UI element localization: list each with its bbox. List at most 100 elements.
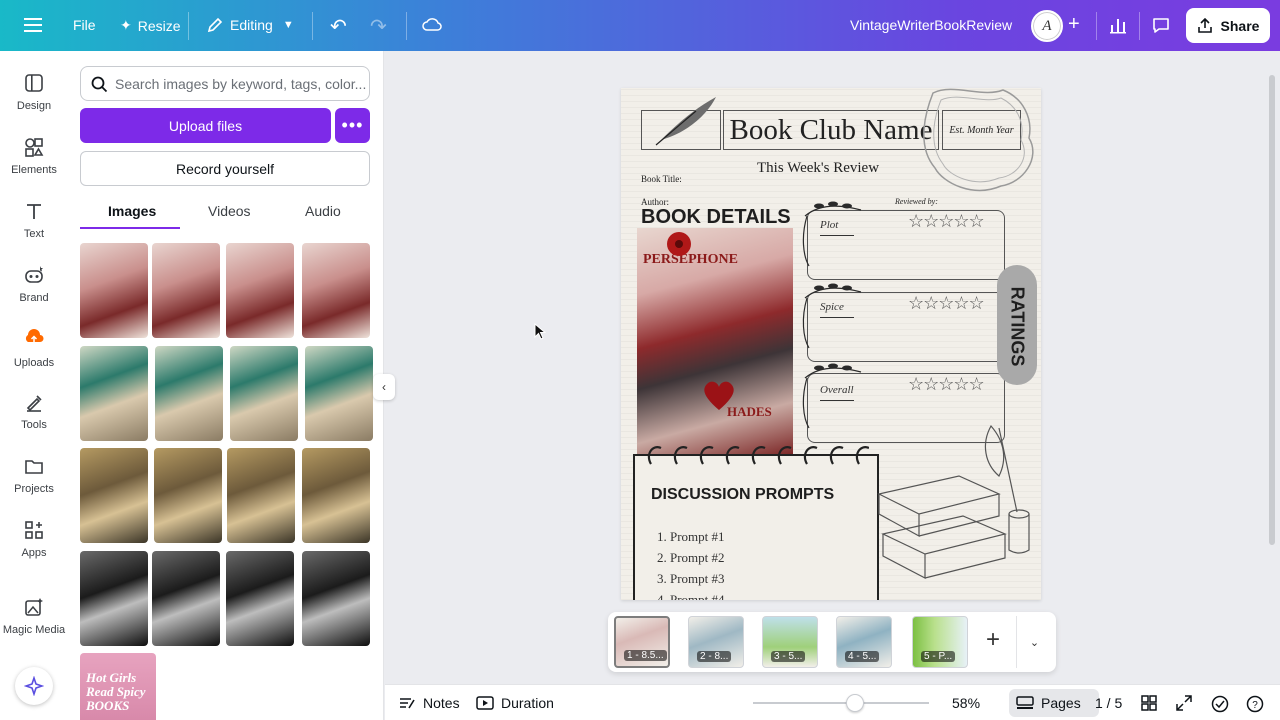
uploaded-image[interactable] — [80, 346, 148, 441]
design-page[interactable]: Book Club Name Est. Month Year This Week… — [621, 88, 1041, 600]
rail-label: Brand — [19, 292, 49, 304]
uploaded-image[interactable] — [302, 243, 370, 338]
uploaded-image[interactable] — [305, 346, 373, 441]
star-rating-overall[interactable]: ☆☆☆☆☆ — [908, 374, 985, 395]
rail-item-magic-media[interactable]: Magic Media — [0, 596, 68, 636]
uploaded-image[interactable] — [80, 551, 148, 646]
share-button[interactable]: Share — [1186, 8, 1270, 43]
notes-icon — [400, 698, 415, 709]
prompt-list: 1. Prompt #1 2. Prompt #2 3. Prompt #3 4… — [657, 526, 725, 600]
rail-label: Apps — [21, 547, 47, 559]
weekly-review-heading: This Week's Review — [757, 160, 879, 177]
help-icon[interactable]: ? — [1246, 695, 1264, 713]
page-thumbnail-2[interactable]: 2 - 8... — [688, 616, 744, 668]
undo-icon[interactable]: ↶ — [330, 14, 347, 39]
search-input[interactable]: Search images by keyword, tags, color... — [80, 66, 370, 101]
uploaded-image[interactable] — [80, 448, 148, 543]
canvas-scrollbar[interactable] — [1269, 75, 1275, 545]
rail-item-design[interactable]: Design — [0, 72, 68, 112]
prompt-item: 3. Prompt #3 — [657, 571, 725, 586]
more-options-button[interactable]: ••• — [335, 108, 370, 143]
comment-icon[interactable] — [1151, 16, 1171, 34]
prompt-item: 1. Prompt #1 — [657, 529, 725, 544]
reviewed-by-text: Reviewed by: — [895, 197, 938, 206]
red-flower-icon — [667, 232, 691, 256]
chevron-left-icon: ‹ — [382, 380, 386, 394]
fullscreen-icon[interactable] — [1176, 695, 1192, 711]
rail-label: Text — [23, 228, 45, 240]
page-thumbnail-5[interactable]: 5 - P... — [912, 616, 968, 668]
mouse-cursor-icon — [534, 323, 546, 340]
uploads-icon — [21, 325, 47, 351]
uploaded-image[interactable] — [155, 346, 223, 441]
collapse-panel-button[interactable]: ‹ — [373, 374, 395, 400]
document-title[interactable]: VintageWriterBookReview — [850, 17, 1012, 33]
rail-item-tools[interactable]: Tools — [0, 391, 68, 431]
add-collaborator-icon[interactable]: + — [1068, 13, 1080, 36]
tab-videos[interactable]: Videos — [208, 203, 251, 219]
rail-item-uploads[interactable]: Uploads — [0, 325, 68, 369]
text-icon — [27, 204, 41, 219]
rail-item-brand[interactable]: Brand — [0, 264, 68, 304]
pages-label: Pages — [1041, 695, 1081, 711]
uploaded-image[interactable] — [152, 243, 220, 338]
rail-label: Uploads — [13, 357, 55, 369]
notes-button[interactable]: Notes — [399, 695, 460, 711]
analytics-icon[interactable] — [1109, 16, 1127, 34]
star-rating-plot[interactable]: ☆☆☆☆☆ — [908, 211, 985, 232]
redo-icon[interactable]: ↷ — [370, 14, 387, 39]
search-icon — [91, 76, 108, 93]
page-thumbnail-1[interactable]: 1 - 8.5... — [614, 616, 670, 668]
pages-button[interactable]: Pages — [1016, 695, 1081, 711]
file-menu[interactable]: File — [73, 17, 96, 33]
club-name-title: Book Club Name — [723, 110, 939, 150]
chevron-down-icon[interactable]: ⌄ — [1016, 616, 1052, 668]
uploaded-image[interactable] — [302, 551, 370, 646]
add-page-icon[interactable]: + — [986, 626, 1000, 654]
zoom-level[interactable]: 58% — [952, 695, 980, 711]
grid-view-icon[interactable] — [1141, 695, 1157, 711]
persephone-hades-collage[interactable]: PERSEPHONE HADES — [637, 228, 793, 456]
record-yourself-button[interactable]: Record yourself — [80, 151, 370, 186]
check-icon[interactable] — [1211, 695, 1229, 713]
zoom-slider-track[interactable] — [753, 702, 929, 704]
uploaded-image[interactable] — [226, 243, 294, 338]
star-rating-spice[interactable]: ☆☆☆☆☆ — [908, 293, 985, 314]
rail-item-projects[interactable]: Projects — [0, 455, 68, 495]
notes-label: Notes — [423, 695, 460, 711]
upload-files-button[interactable]: Upload files — [80, 108, 331, 143]
pages-icon — [1016, 696, 1034, 709]
page-count: 1 / 5 — [1095, 695, 1122, 711]
rail-item-apps[interactable]: Apps — [0, 519, 68, 559]
quill-icon — [655, 97, 716, 146]
page-thumbnail-4[interactable]: 4 - 5... — [836, 616, 892, 668]
editing-mode-dropdown[interactable]: Editing ▼ — [206, 16, 294, 34]
uploaded-image[interactable]: Hot Girls Read Spicy BOOKS — [80, 653, 156, 720]
uploaded-image[interactable] — [154, 448, 222, 543]
avatar[interactable]: A — [1031, 10, 1063, 42]
tools-icon — [26, 395, 42, 412]
uploaded-image[interactable] — [302, 448, 370, 543]
cloud-saved-icon[interactable] — [422, 16, 442, 32]
tab-images[interactable]: Images — [108, 203, 156, 219]
uploaded-image[interactable] — [226, 551, 294, 646]
rail-label: Tools — [21, 419, 47, 431]
menu-icon[interactable] — [24, 16, 44, 34]
uploaded-image[interactable] — [227, 448, 295, 543]
page-thumbnail-3[interactable]: 3 - 5... — [762, 616, 818, 668]
page-thumbnail-label: 2 - 8... — [697, 651, 732, 662]
pencil-icon — [207, 17, 223, 33]
uploaded-image[interactable] — [152, 551, 220, 646]
zoom-level-text: 58% — [952, 695, 981, 711]
rail-item-text[interactable]: Text — [0, 200, 68, 240]
zoom-slider-thumb[interactable] — [846, 694, 865, 712]
reviewed-by-label: Reviewed by: — [895, 197, 938, 206]
rail-item-elements[interactable]: Elements — [0, 136, 68, 176]
magic-assistant-button[interactable] — [15, 667, 53, 705]
tab-audio[interactable]: Audio — [305, 203, 341, 219]
uploaded-image[interactable] — [80, 243, 148, 338]
duration-button[interactable]: Duration — [476, 695, 554, 711]
sparkle-icon — [24, 676, 44, 696]
resize-button[interactable]: ✦ Resize — [120, 17, 181, 34]
uploaded-image[interactable] — [230, 346, 298, 441]
